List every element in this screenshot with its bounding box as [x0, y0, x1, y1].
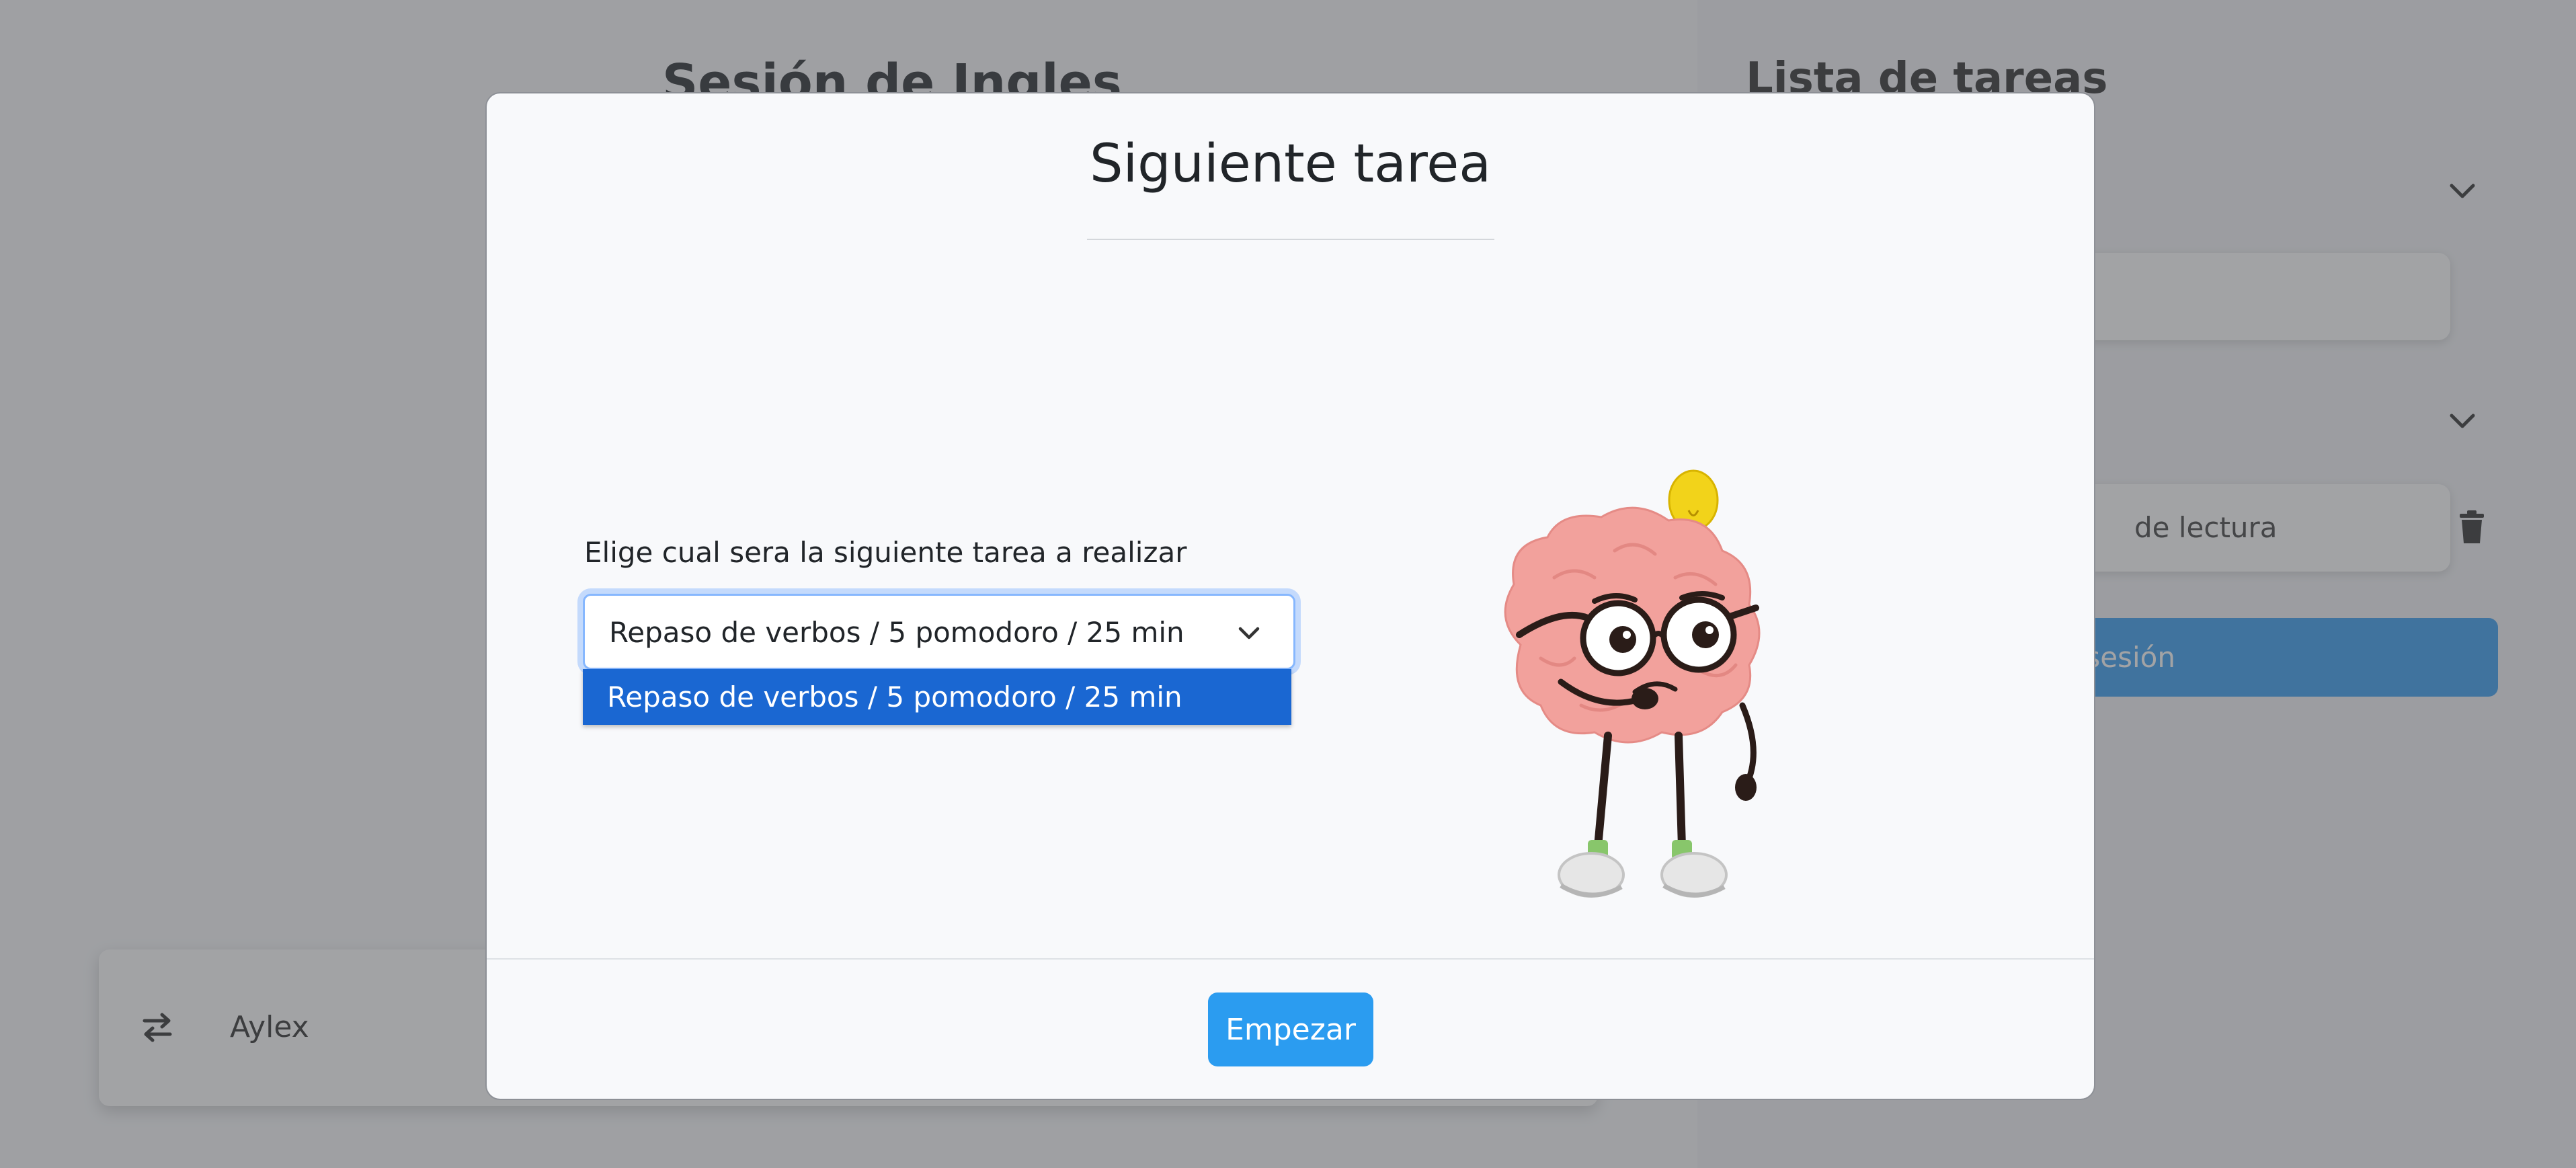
start-button[interactable]: Empezar: [1208, 992, 1373, 1066]
modal-title: Siguiente tarea: [1089, 134, 1492, 194]
thinking-brain-illustration: [1504, 469, 1761, 898]
next-task-modal: Siguiente tarea Elige cual sera la sigui…: [485, 92, 2095, 1100]
title-divider: [1087, 239, 1494, 240]
task-select-label: Elige cual sera la siguiente tarea a rea…: [584, 536, 1187, 569]
task-select[interactable]: Repaso de verbos / 5 pomodoro / 25 min: [583, 594, 1295, 670]
task-select-option[interactable]: Repaso de verbos / 5 pomodoro / 25 min: [583, 669, 1291, 725]
modal-footer-divider: [487, 958, 2094, 960]
chevron-down-icon: [1238, 627, 1260, 639]
app-root: Sesión de Ingles Aylex Lista de tareas d…: [0, 0, 2576, 1168]
task-select-value: Repaso de verbos / 5 pomodoro / 25 min: [609, 616, 1184, 649]
